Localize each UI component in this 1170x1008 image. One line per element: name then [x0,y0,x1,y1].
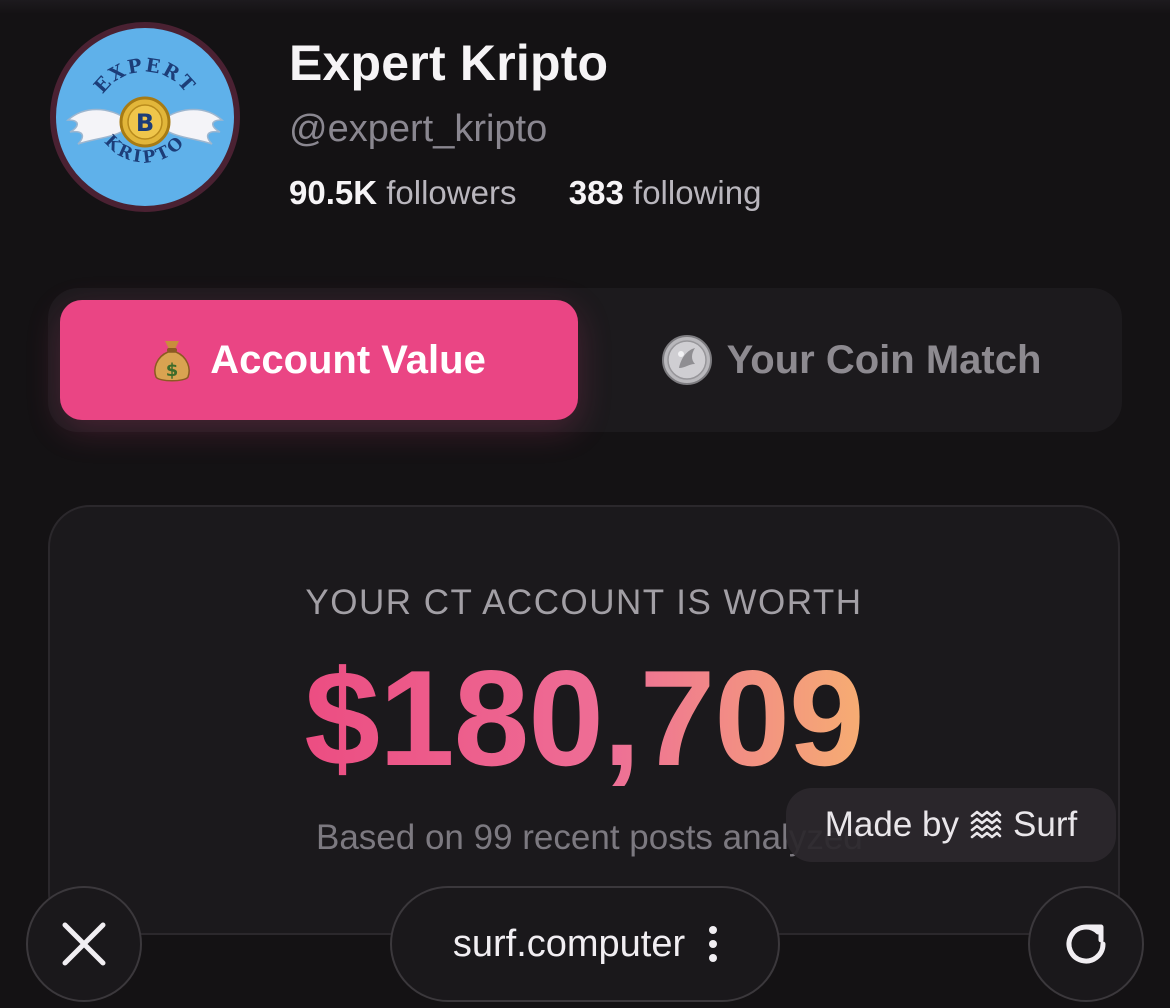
url-bar[interactable]: surf.computer [390,886,780,1002]
card-label: YOUR CT ACCOUNT IS WORTH [305,583,863,622]
profile-stats: 90.5K followers 383 following [289,174,761,212]
account-value: $180,709 [0,640,1168,796]
account-value-amount: $180,709 [304,642,864,794]
close-icon [62,922,106,966]
money-bag-icon: $ [152,337,192,383]
surf-logo-icon [969,810,1003,840]
svg-text:B: B [136,109,154,137]
card-subtitle: Based on 99 recent posts analyzed [316,818,863,857]
coin-icon [661,334,713,386]
made-by-brand: Surf [1013,805,1078,844]
tab-your-coin-match[interactable]: Your Coin Match [592,300,1110,420]
close-button[interactable] [26,886,142,1002]
made-by-surf-badge[interactable]: Made by Surf [786,788,1116,862]
followers-count[interactable]: 90.5K [289,174,377,211]
profile-name: Expert Kripto [289,35,609,91]
kebab-menu-icon[interactable] [709,926,718,962]
top-edge [0,0,1170,14]
svg-text:$: $ [166,360,179,381]
reload-button[interactable] [1028,886,1144,1002]
tab-account-value[interactable]: $ Account Value [60,300,578,420]
winged-bitcoin-logo-icon: B EXPERT KRIPTO [66,54,224,168]
made-by-prefix: Made by [824,805,960,844]
avatar-image: B EXPERT KRIPTO [56,28,234,206]
following-label[interactable]: following [633,174,761,211]
reload-icon [1066,924,1106,964]
tab-bar: $ Account Value Your Coin Match [48,288,1122,432]
profile-handle[interactable]: @expert_kripto [289,108,547,151]
url-text: surf.computer [452,922,686,965]
avatar[interactable]: B EXPERT KRIPTO [50,22,240,212]
svg-text:EXPERT: EXPERT [90,54,200,97]
followers-label[interactable]: followers [386,174,516,211]
following-count[interactable]: 383 [569,174,624,211]
tab-your-coin-match-label: Your Coin Match [726,337,1042,382]
tab-account-value-label: Account Value [210,337,486,382]
